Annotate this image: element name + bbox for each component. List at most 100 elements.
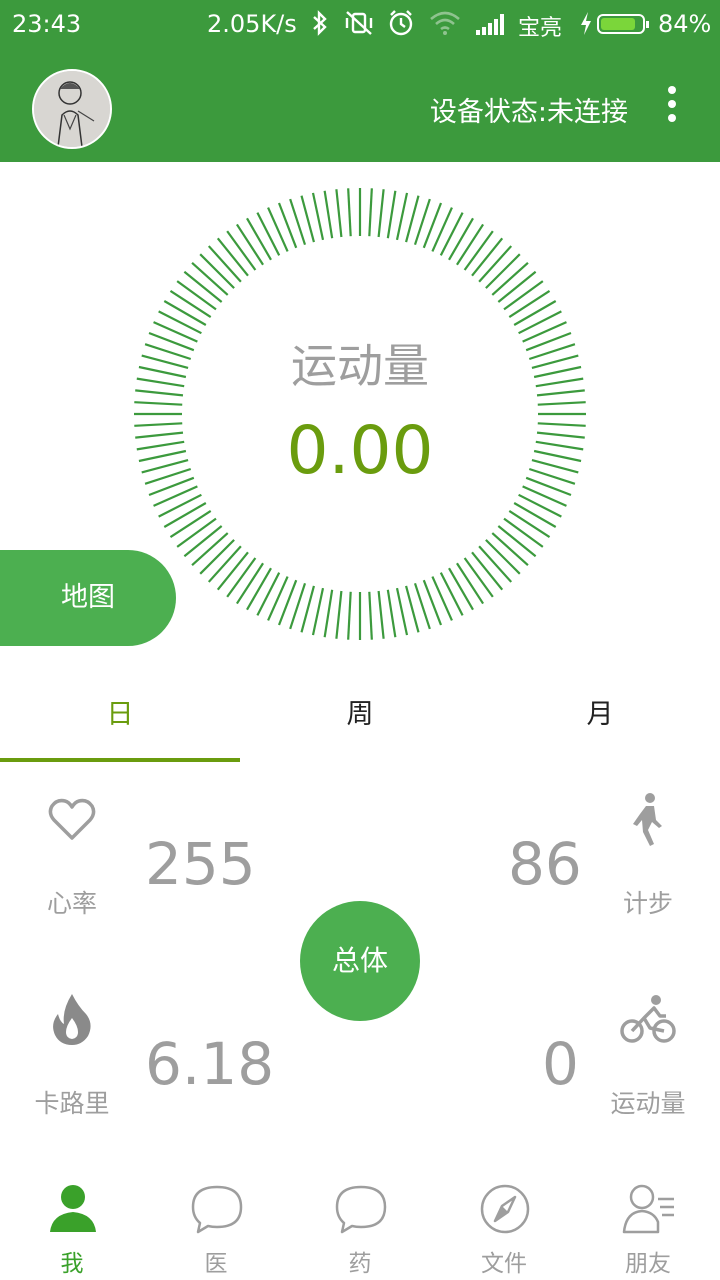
gauge-tick: [513, 300, 557, 326]
gauge-tick: [191, 261, 229, 296]
gauge-tick: [485, 253, 521, 289]
gauge-tick: [183, 270, 223, 303]
gauge-tick: [508, 289, 551, 318]
gauge-tick: [153, 485, 198, 507]
gauge-tick: [323, 190, 334, 239]
more-options-button[interactable]: [658, 86, 686, 126]
gauge-tick: [377, 189, 385, 238]
gauge-tick: [235, 223, 264, 266]
gauge-tick: [522, 485, 567, 507]
steps-label: 计步: [622, 889, 673, 918]
compass-icon: [480, 1184, 530, 1234]
nav-me-label: 我: [60, 1251, 84, 1277]
gauge-tick: [431, 207, 453, 252]
gauge-tick: [513, 502, 557, 528]
gauge-tick: [386, 190, 397, 239]
gauge-tick: [311, 192, 325, 241]
gauge-tick: [199, 539, 235, 575]
gauge-tick: [207, 545, 242, 583]
gauge-tick: [216, 551, 249, 591]
gauge-tick: [439, 212, 464, 256]
gauge-tick: [347, 591, 352, 640]
gauge-tick: [508, 510, 551, 539]
exercise-value: 0: [542, 1030, 579, 1098]
nav-files[interactable]: 文件: [432, 1172, 576, 1280]
calories-value: 6.18: [145, 1030, 275, 1098]
gauge-tick: [448, 567, 474, 611]
gauge-tick: [405, 195, 420, 243]
bluetooth-icon: [313, 10, 327, 36]
gauge-tick: [226, 557, 257, 598]
device-status: 设备状态:未连接: [429, 97, 628, 128]
nav-doctor-label: 医: [204, 1251, 228, 1277]
nav-friends[interactable]: 朋友: [576, 1172, 720, 1280]
gauge-tick: [503, 517, 544, 548]
avatar-image: [34, 71, 110, 147]
gauge-tick: [347, 188, 352, 237]
tab-indicator: [0, 758, 240, 762]
gauge-tick: [176, 517, 217, 548]
tab-day[interactable]: 日: [0, 672, 240, 758]
gauge-tick: [191, 532, 229, 567]
gauge-tick: [335, 189, 343, 238]
gauge-tick: [246, 567, 272, 611]
battery-icon: [597, 14, 649, 34]
gauge-tick: [235, 562, 264, 605]
gauge-tick: [456, 562, 485, 605]
calories-label: 卡路里: [34, 1089, 110, 1118]
gauge-tick: [497, 525, 537, 558]
signal-icon: [476, 14, 504, 35]
gauge-tick: [491, 261, 529, 296]
total-button[interactable]: 总体: [300, 901, 420, 1021]
bicycle-icon: [620, 995, 676, 1043]
nav-me[interactable]: 我: [0, 1172, 144, 1280]
gauge-tick: [463, 230, 494, 271]
exercise-label: 运动量: [610, 1089, 686, 1118]
heart-icon: [48, 798, 96, 840]
gauge-tick: [386, 589, 397, 638]
avatar[interactable]: [32, 69, 112, 149]
gauge-tick: [456, 223, 485, 266]
gauge-tick: [300, 195, 315, 243]
gauge-tick: [471, 551, 504, 591]
gauge-tick: [163, 502, 207, 528]
gauge-tick: [158, 493, 202, 518]
map-button[interactable]: 地图: [0, 550, 176, 646]
gauge-tick: [207, 245, 242, 283]
gauge-tick: [518, 493, 562, 518]
status-bar: 23:43 2.05K/s 宝亮 84%: [0, 0, 720, 52]
tab-week[interactable]: 周: [240, 672, 480, 758]
gauge-tick: [246, 217, 272, 261]
app-bar: 设备状态:未连接: [0, 52, 720, 162]
chat-bubble-icon: [191, 1185, 243, 1234]
gauge-tick: [395, 587, 409, 636]
battery-percent: 84%: [658, 10, 712, 38]
gauge-tick: [169, 510, 212, 539]
gauge-tick: [163, 300, 207, 326]
bottom-navigation: 我 医 药 文件 朋友: [0, 1172, 720, 1280]
charging-icon: [581, 12, 591, 35]
chat-bubble-icon: [335, 1185, 387, 1234]
flame-icon: [53, 994, 91, 1045]
tab-month[interactable]: 月: [480, 672, 720, 758]
gauge-tick: [478, 545, 513, 583]
network-speed: 2.05K/s: [207, 10, 297, 38]
gauge-tick: [368, 591, 373, 640]
gauge-tick: [335, 590, 343, 639]
gauge-tick: [448, 217, 474, 261]
gauge-tick: [134, 401, 183, 406]
contacts-icon: [622, 1184, 674, 1234]
gauge-tick: [183, 525, 223, 558]
gauge-tick: [216, 237, 249, 277]
status-time: 23:43: [12, 10, 82, 38]
gauge-tick: [267, 576, 289, 621]
nav-medicine[interactable]: 药: [288, 1172, 432, 1280]
heart-rate-label: 心率: [46, 889, 97, 918]
gauge-tick: [405, 585, 420, 633]
gauge-tick: [199, 253, 235, 289]
nav-doctor[interactable]: 医: [144, 1172, 288, 1280]
steps-value: 86: [508, 830, 582, 898]
nav-friends-label: 朋友: [625, 1251, 671, 1277]
period-tabs: 日 周 月: [0, 672, 720, 762]
gauge-tick: [176, 280, 217, 311]
